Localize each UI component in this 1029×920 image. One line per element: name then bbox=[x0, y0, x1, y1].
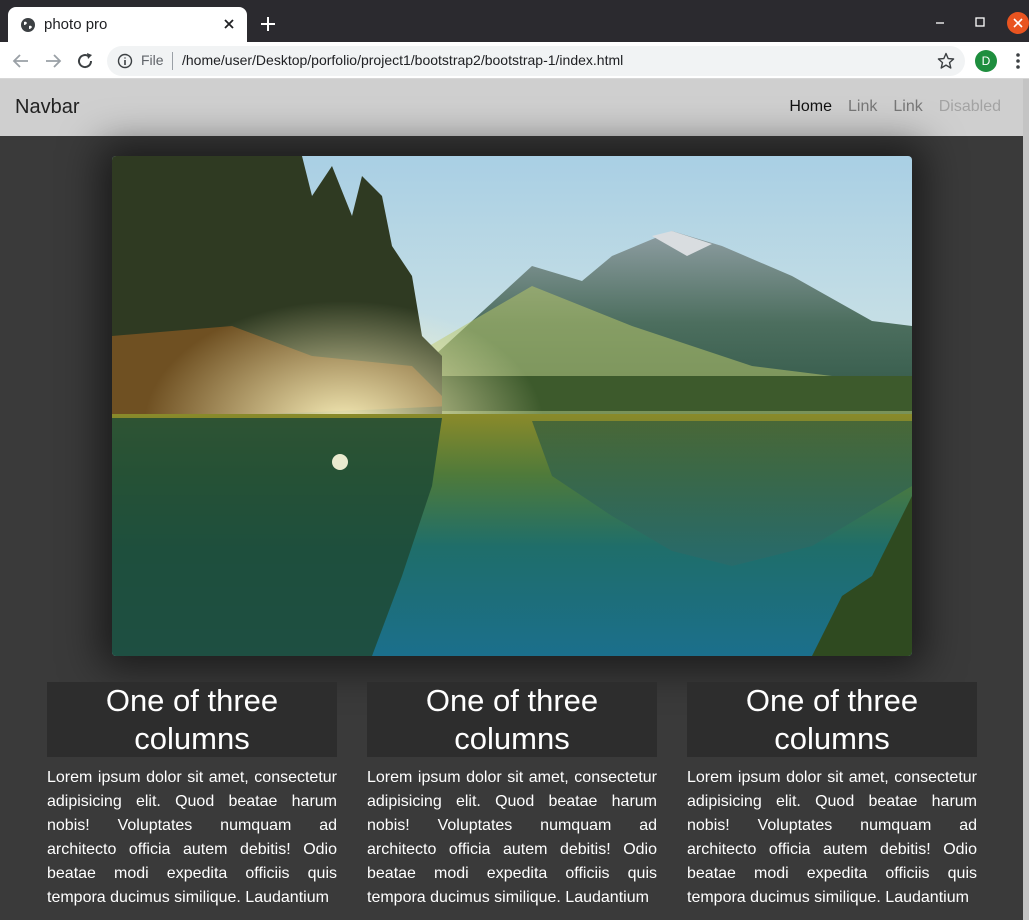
column-heading: One of three columns bbox=[687, 682, 977, 757]
column-2: One of three columns Lorem ipsum dolor s… bbox=[367, 682, 657, 910]
reload-icon[interactable] bbox=[74, 50, 96, 72]
column-3: One of three columns Lorem ipsum dolor s… bbox=[687, 682, 977, 910]
landscape-photo-icon bbox=[112, 156, 912, 656]
info-icon[interactable] bbox=[117, 53, 133, 69]
page-scrollbar[interactable] bbox=[1023, 79, 1029, 920]
back-icon[interactable] bbox=[10, 50, 32, 72]
column-1: One of three columns Lorem ipsum dolor s… bbox=[47, 682, 337, 910]
url-text[interactable]: /home/user/Desktop/porfolio/project1/boo… bbox=[182, 52, 623, 68]
minimize-icon[interactable] bbox=[930, 12, 950, 32]
nav-link-1[interactable]: Link bbox=[848, 98, 877, 116]
maximize-icon[interactable] bbox=[970, 12, 990, 32]
nav-link-home[interactable]: Home bbox=[789, 98, 832, 116]
profile-avatar[interactable]: D bbox=[975, 50, 997, 72]
globe-icon bbox=[21, 18, 35, 32]
browser-tab-strip: photo pro bbox=[0, 0, 1029, 42]
hero-image bbox=[112, 156, 912, 656]
navbar-brand[interactable]: Navbar bbox=[15, 96, 79, 119]
window-close-button[interactable] bbox=[1007, 12, 1029, 34]
column-text: Lorem ipsum dolor sit amet, consectetur … bbox=[367, 769, 657, 906]
url-scheme: File bbox=[141, 52, 164, 68]
browser-toolbar: File /home/user/Desktop/porfolio/project… bbox=[0, 42, 1029, 79]
more-menu-icon[interactable] bbox=[1010, 51, 1026, 71]
bookmark-star-icon[interactable] bbox=[937, 52, 955, 70]
tab-title: photo pro bbox=[44, 16, 108, 33]
new-tab-icon[interactable] bbox=[258, 14, 278, 34]
address-bar[interactable]: File /home/user/Desktop/porfolio/project… bbox=[107, 46, 965, 76]
nav-links: Home Link Link Disabled bbox=[789, 98, 1001, 116]
column-heading: One of three columns bbox=[47, 682, 337, 757]
nav-link-disabled: Disabled bbox=[938, 98, 1001, 115]
page-viewport: Navbar Home Link Link Disabled One of th… bbox=[0, 79, 1029, 920]
nav-link-2[interactable]: Link bbox=[893, 98, 922, 116]
forward-icon[interactable] bbox=[42, 50, 64, 72]
scrollbar-thumb[interactable] bbox=[1023, 79, 1029, 920]
column-text: Lorem ipsum dolor sit amet, consectetur … bbox=[47, 769, 337, 906]
column-text: Lorem ipsum dolor sit amet, consectetur … bbox=[687, 769, 977, 906]
browser-tab[interactable]: photo pro bbox=[8, 7, 247, 42]
site-navbar: Navbar Home Link Link Disabled bbox=[0, 79, 1023, 136]
url-separator bbox=[172, 52, 173, 70]
close-icon bbox=[1013, 18, 1023, 28]
close-tab-icon[interactable] bbox=[221, 16, 237, 32]
column-heading: One of three columns bbox=[367, 682, 657, 757]
